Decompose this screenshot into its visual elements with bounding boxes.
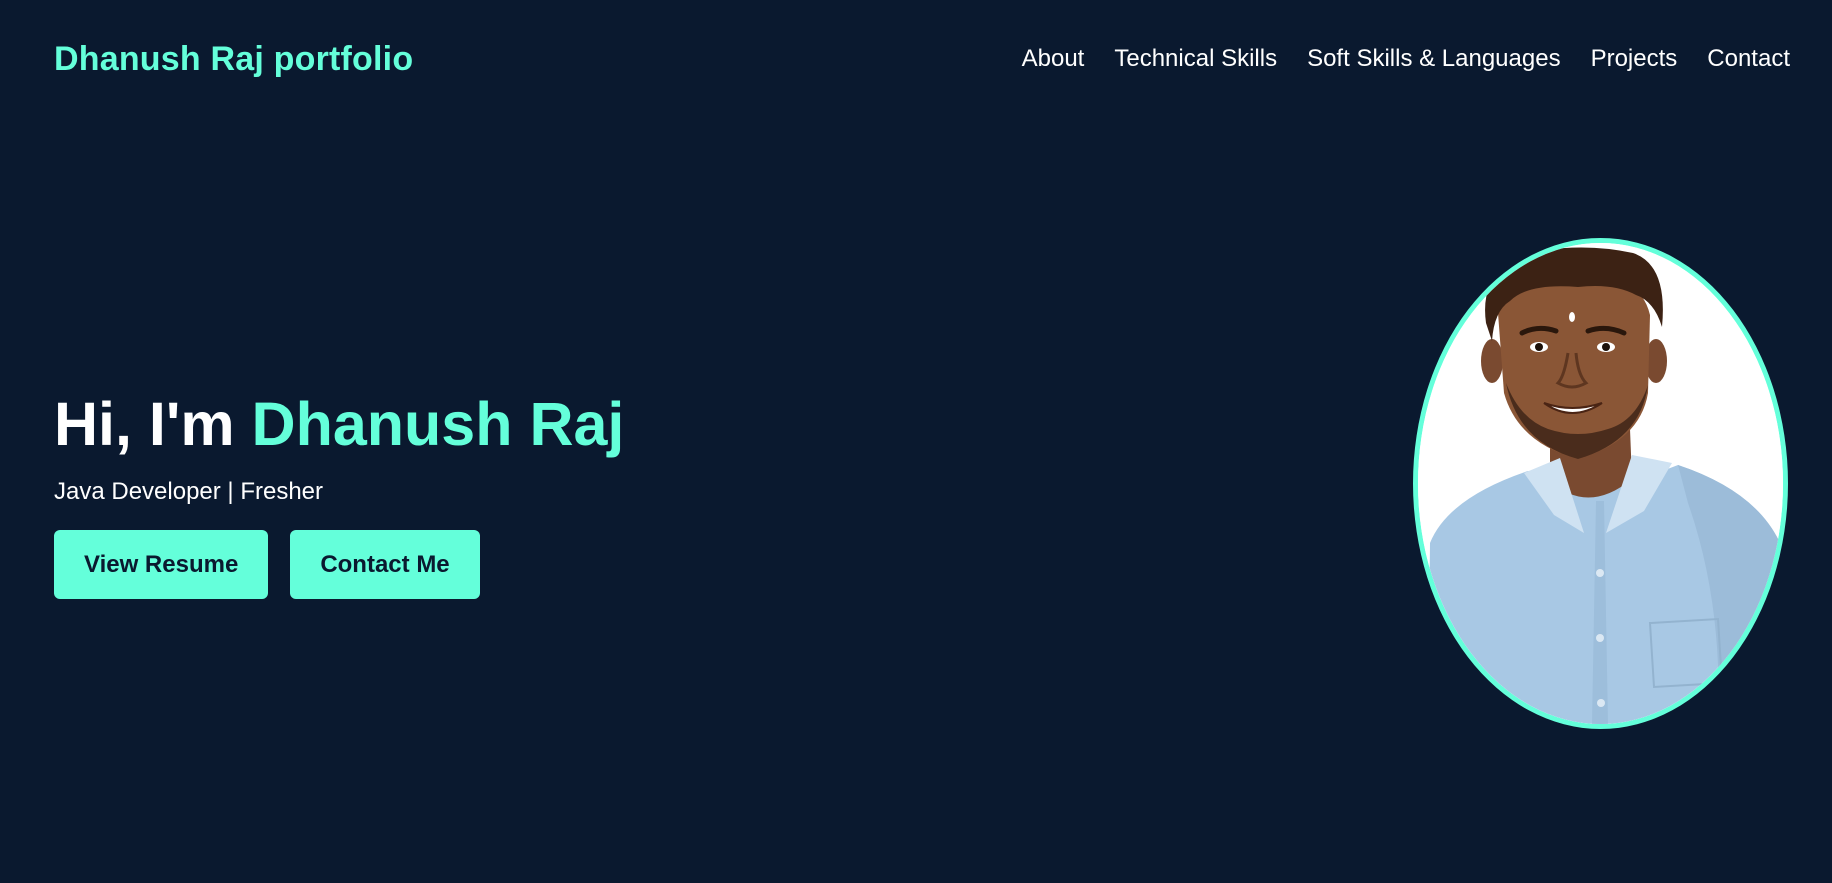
nav-link-contact[interactable]: Contact bbox=[1707, 45, 1790, 73]
hero-subtitle: Java Developer | Fresher bbox=[54, 478, 324, 505]
brand-logo[interactable]: Dhanush Raj portfolio bbox=[54, 40, 413, 79]
nav-link-soft-skills-languages[interactable]: Soft Skills & Languages bbox=[1307, 45, 1561, 73]
nav-link-about[interactable]: About bbox=[1022, 45, 1085, 73]
hero-title: Hi, I'm Dhanush Raj bbox=[54, 388, 954, 460]
view-resume-button[interactable]: View Resume bbox=[54, 530, 269, 599]
hero-buttons: View Resume Contact Me bbox=[54, 530, 954, 599]
contact-me-button[interactable]: Contact Me bbox=[290, 530, 480, 599]
nav-menu: About Technical Skills Soft Skills & Lan… bbox=[1022, 45, 1790, 73]
nav-link-projects[interactable]: Projects bbox=[1591, 45, 1678, 73]
nav-link-technical-skills[interactable]: Technical Skills bbox=[1114, 45, 1277, 73]
profile-portrait-illustration bbox=[1418, 243, 1783, 724]
hero-section: Hi, I'm Dhanush Raj Java Developer | Fre… bbox=[54, 388, 954, 599]
profile-photo bbox=[1413, 238, 1788, 729]
hero-greeting: Hi, I'm bbox=[54, 390, 252, 458]
navbar: Dhanush Raj portfolio About Technical Sk… bbox=[54, 32, 1790, 86]
hero-name: Dhanush Raj bbox=[251, 390, 625, 458]
